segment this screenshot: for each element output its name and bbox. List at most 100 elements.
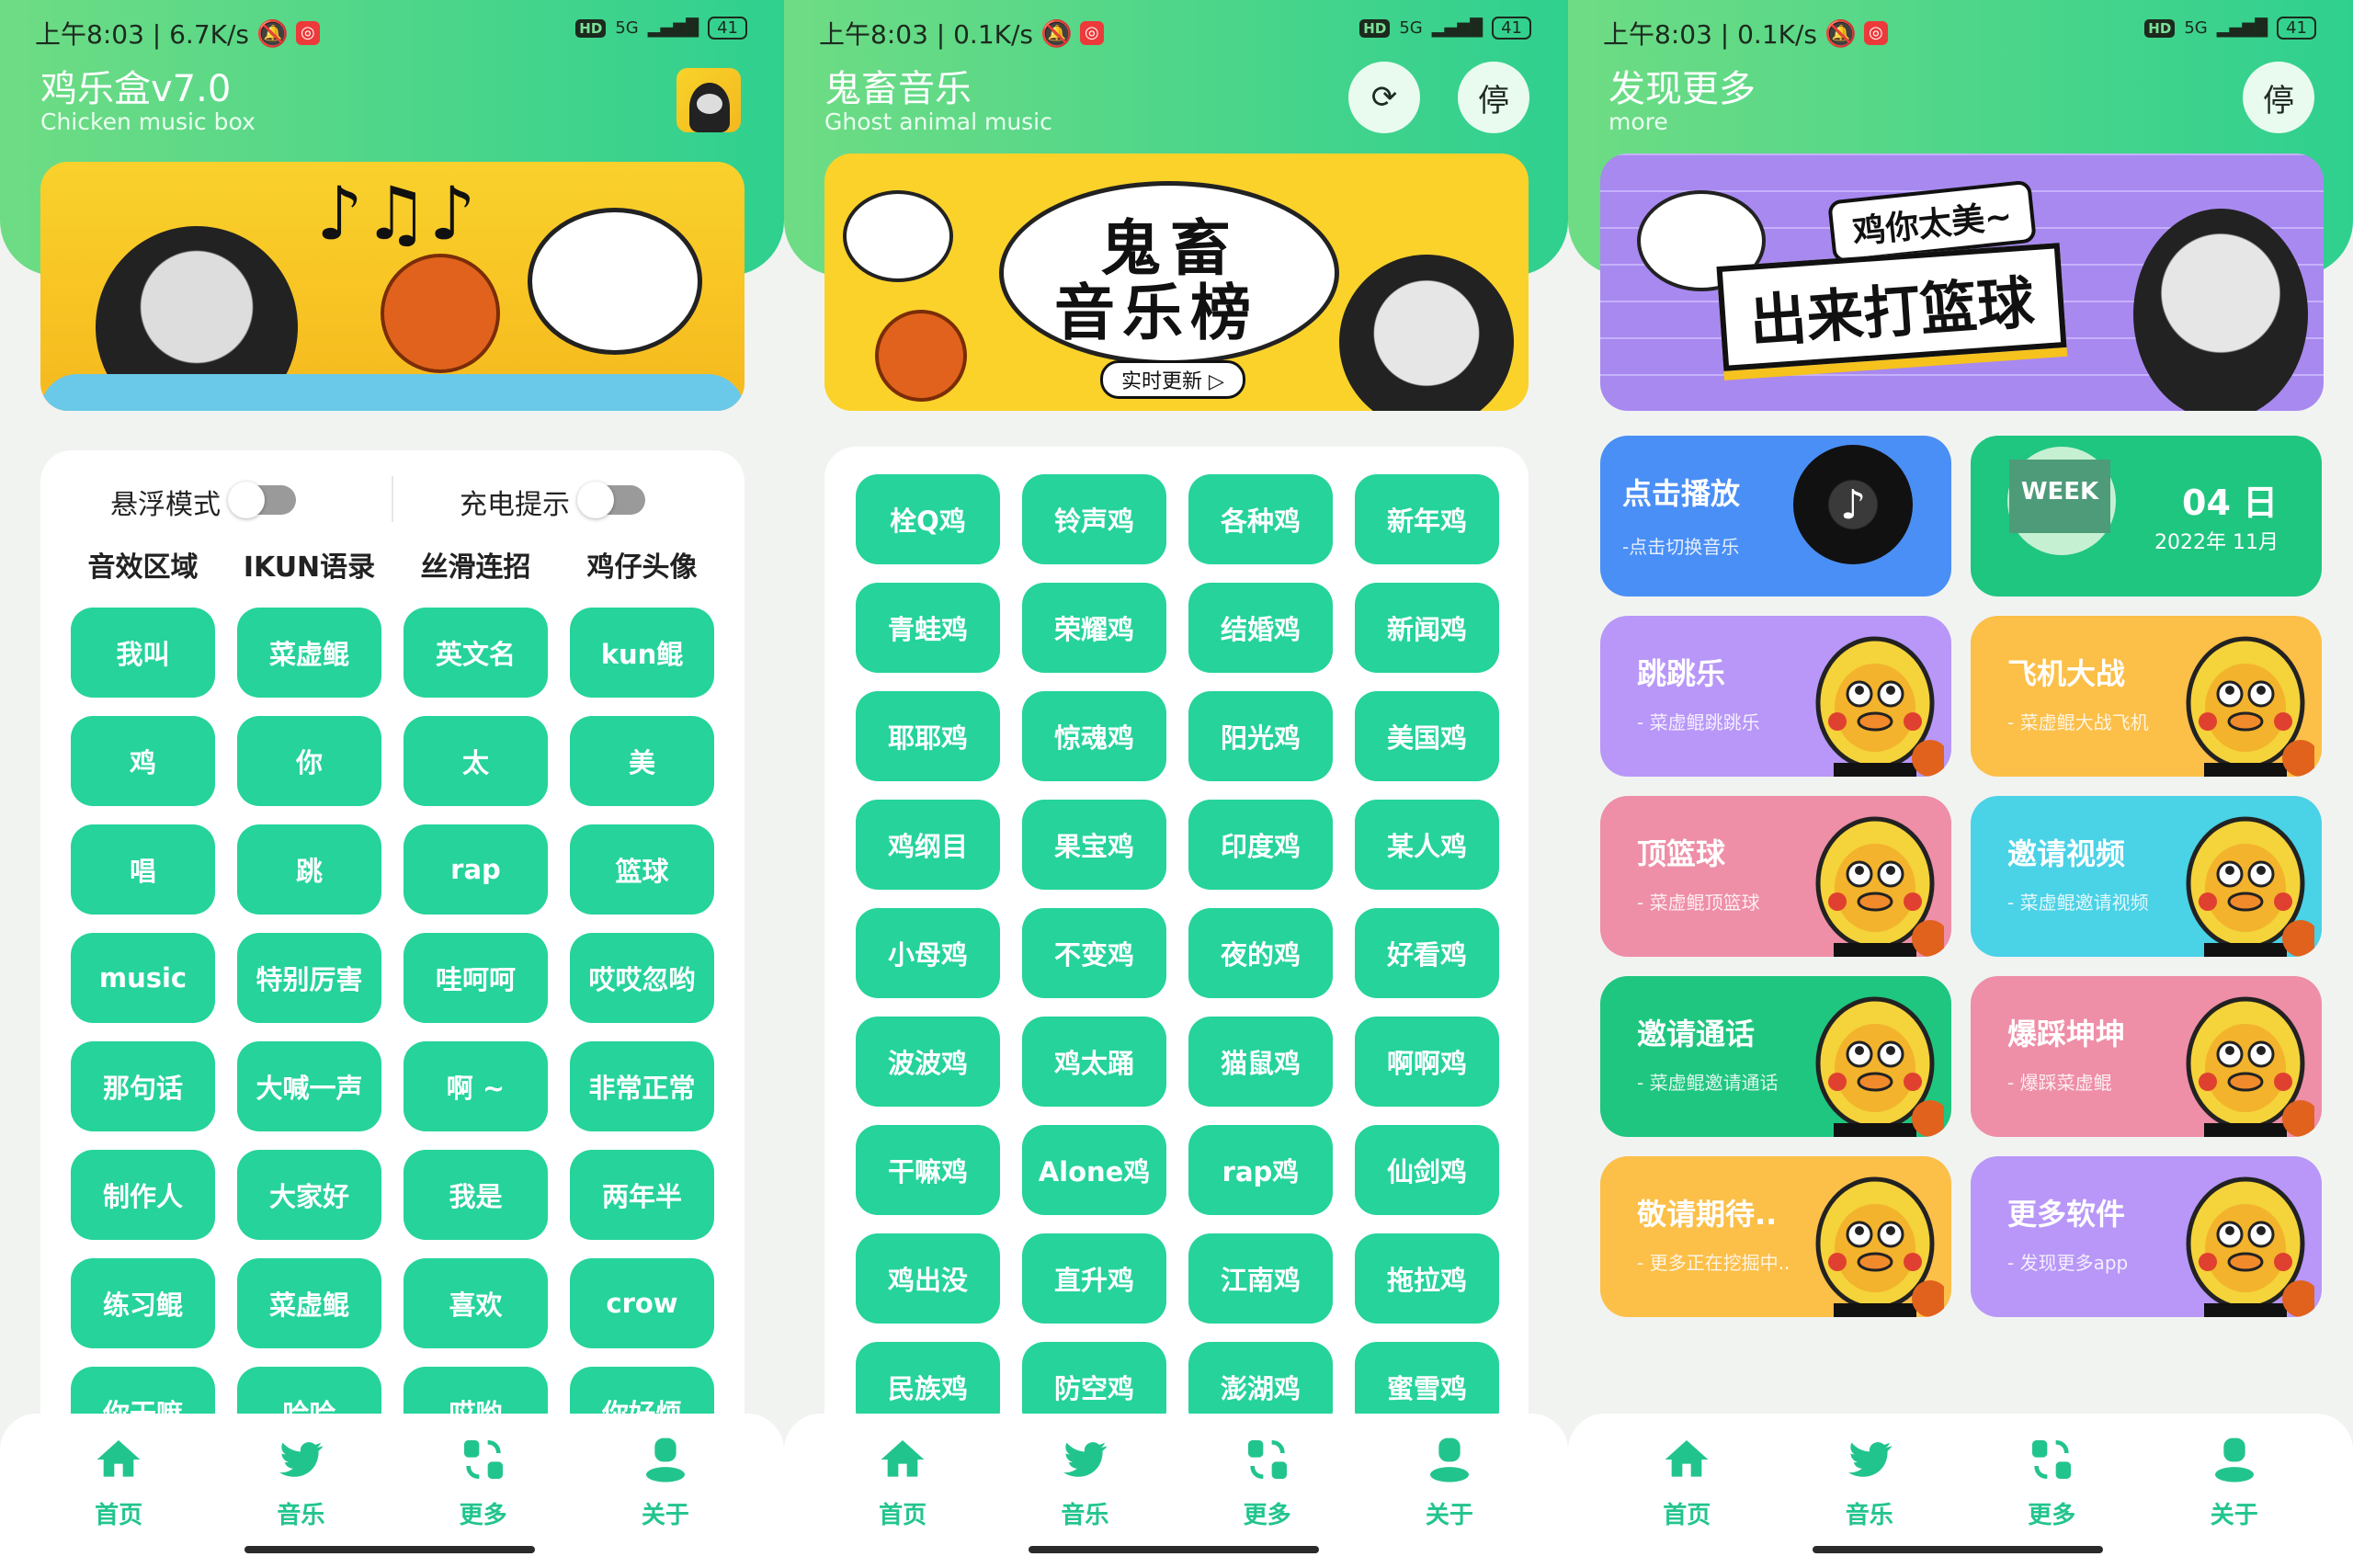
floating-mode-toggle[interactable] xyxy=(228,482,296,518)
nav-item-more[interactable]: 更多 xyxy=(428,1414,539,1539)
music-button[interactable]: 夜的鸡 xyxy=(1188,908,1333,998)
music-button[interactable]: 铃声鸡 xyxy=(1022,474,1166,564)
feature-tile[interactable]: 更多软件 - 发现更多app xyxy=(1971,1156,2322,1317)
sound-button[interactable]: 鸡 xyxy=(71,716,215,806)
refresh-button[interactable]: ⟳ xyxy=(1348,62,1420,133)
music-button[interactable]: 干嘛鸡 xyxy=(856,1125,1000,1215)
sound-button[interactable]: 跳 xyxy=(237,824,381,915)
toggle-knob xyxy=(577,482,614,518)
music-button[interactable]: 结婚鸡 xyxy=(1188,583,1333,673)
sound-button[interactable]: 我是 xyxy=(404,1150,548,1240)
music-button[interactable]: 惊魂鸡 xyxy=(1022,691,1166,781)
category-tab[interactable]: IKUN语录 xyxy=(237,544,381,585)
sound-button[interactable]: 大喊一声 xyxy=(237,1041,381,1131)
music-button[interactable]: 青蛙鸡 xyxy=(856,583,1000,673)
sound-button[interactable]: 喜欢 xyxy=(404,1258,548,1348)
music-button[interactable]: 美国鸡 xyxy=(1355,691,1499,781)
music-button[interactable]: 江南鸡 xyxy=(1188,1233,1333,1324)
play-tile[interactable]: 点击播放 -点击切换音乐 ♪ xyxy=(1600,436,1951,597)
sound-button[interactable]: 美 xyxy=(570,716,714,806)
stop-button[interactable]: 停 xyxy=(2243,62,2314,133)
nav-item-music[interactable]: 音乐 xyxy=(1814,1414,1925,1539)
music-button[interactable]: 栓Q鸡 xyxy=(856,474,1000,564)
home-indicator[interactable] xyxy=(1813,1546,2103,1553)
sound-button[interactable]: 英文名 xyxy=(404,608,548,698)
sound-button[interactable]: 练习鲲 xyxy=(71,1258,215,1348)
music-button[interactable]: 耶耶鸡 xyxy=(856,691,1000,781)
music-button[interactable]: 啊啊鸡 xyxy=(1355,1017,1499,1107)
sound-button[interactable]: 特别厉害 xyxy=(237,933,381,1023)
more-banner[interactable]: 鸡你太美~ 出来打篮球 xyxy=(1600,153,2324,411)
nav-item-about[interactable]: 关于 xyxy=(1394,1414,1505,1539)
music-button[interactable]: 猫鼠鸡 xyxy=(1188,1017,1333,1107)
sound-button[interactable]: 非常正常 xyxy=(570,1041,714,1131)
feature-tile[interactable]: 顶篮球 - 菜虚鲲顶篮球 xyxy=(1600,796,1951,957)
sound-button[interactable]: 两年半 xyxy=(570,1150,714,1240)
sound-button[interactable]: crow xyxy=(570,1258,714,1348)
sound-button[interactable]: 哇呵呵 xyxy=(404,933,548,1023)
sound-button[interactable]: kun鲲 xyxy=(570,608,714,698)
music-button[interactable]: 不变鸡 xyxy=(1022,908,1166,998)
avatar[interactable] xyxy=(676,68,741,132)
feature-tile[interactable]: 跳跳乐 - 菜虚鲲跳跳乐 xyxy=(1600,616,1951,777)
sound-button[interactable]: 菜虚鲲 xyxy=(237,608,381,698)
music-button[interactable]: 直升鸡 xyxy=(1022,1233,1166,1324)
nav-item-home[interactable]: 首页 xyxy=(63,1414,174,1539)
nav-item-about[interactable]: 关于 xyxy=(610,1414,721,1539)
feature-tile[interactable]: 邀请视频 - 菜虚鲲邀请视频 xyxy=(1971,796,2322,957)
music-button[interactable]: 阳光鸡 xyxy=(1188,691,1333,781)
music-button[interactable]: 小母鸡 xyxy=(856,908,1000,998)
nav-item-home[interactable]: 首页 xyxy=(1631,1414,1742,1539)
sound-button[interactable]: 大家好 xyxy=(237,1150,381,1240)
nav-item-home[interactable]: 首页 xyxy=(847,1414,958,1539)
feature-tile[interactable]: 爆踩坤坤 - 爆踩菜虚鲲 xyxy=(1971,976,2322,1137)
home-indicator[interactable] xyxy=(1029,1546,1319,1553)
music-button[interactable]: 拖拉鸡 xyxy=(1355,1233,1499,1324)
music-button[interactable]: 果宝鸡 xyxy=(1022,800,1166,890)
music-banner[interactable]: 鬼畜 音乐榜 实时更新 ▷ xyxy=(824,153,1529,411)
music-button[interactable]: 荣耀鸡 xyxy=(1022,583,1166,673)
music-button[interactable]: 印度鸡 xyxy=(1188,800,1333,890)
nav-item-about[interactable]: 关于 xyxy=(2179,1414,2290,1539)
sound-button[interactable]: music xyxy=(71,933,215,1023)
music-button[interactable]: 各种鸡 xyxy=(1188,474,1333,564)
sound-button[interactable]: 制作人 xyxy=(71,1150,215,1240)
sound-button[interactable]: 你 xyxy=(237,716,381,806)
music-button[interactable]: 某人鸡 xyxy=(1355,800,1499,890)
tile-title: 顶篮球 xyxy=(1637,836,1726,871)
stop-button[interactable]: 停 xyxy=(1458,62,1529,133)
music-button[interactable]: 仙剑鸡 xyxy=(1355,1125,1499,1215)
nav-item-music[interactable]: 音乐 xyxy=(245,1414,356,1539)
feature-tile[interactable]: 敬请期待.. - 更多正在挖掘中.. xyxy=(1600,1156,1951,1317)
sound-button[interactable]: 篮球 xyxy=(570,824,714,915)
sound-button[interactable]: 啊 ~ xyxy=(404,1041,548,1131)
sound-button[interactable]: rap xyxy=(404,824,548,915)
music-button[interactable]: Alone鸡 xyxy=(1022,1125,1166,1215)
home-indicator[interactable] xyxy=(244,1546,535,1553)
nav-item-music[interactable]: 音乐 xyxy=(1029,1414,1140,1539)
category-tab[interactable]: 音效区域 xyxy=(71,544,215,585)
category-tab[interactable]: 丝滑连招 xyxy=(404,544,548,585)
music-button[interactable]: 好看鸡 xyxy=(1355,908,1499,998)
music-button[interactable]: 新闻鸡 xyxy=(1355,583,1499,673)
music-button[interactable]: 鸡太踊 xyxy=(1022,1017,1166,1107)
feature-tile[interactable]: 邀请通话 - 菜虚鲲邀请通话 xyxy=(1600,976,1951,1137)
sound-button[interactable]: 太 xyxy=(404,716,548,806)
category-tab[interactable]: 鸡仔头像 xyxy=(570,544,714,585)
music-button[interactable]: 鸡出没 xyxy=(856,1233,1000,1324)
sound-button[interactable]: 唱 xyxy=(71,824,215,915)
sound-button[interactable]: 菜虚鲲 xyxy=(237,1258,381,1348)
sound-button[interactable]: 那句话 xyxy=(71,1041,215,1131)
feature-tile[interactable]: 飞机大战 - 菜虚鲲大战飞机 xyxy=(1971,616,2322,777)
home-banner[interactable]: ♪♫♪ xyxy=(40,162,745,411)
date-tile: WEEK 04 日 2022年 11月 xyxy=(1971,436,2322,597)
music-button[interactable]: 新年鸡 xyxy=(1355,474,1499,564)
music-button[interactable]: rap鸡 xyxy=(1188,1125,1333,1215)
nav-item-more[interactable]: 更多 xyxy=(1996,1414,2107,1539)
music-button[interactable]: 波波鸡 xyxy=(856,1017,1000,1107)
nav-item-more[interactable]: 更多 xyxy=(1212,1414,1323,1539)
charging-alert-toggle[interactable] xyxy=(577,482,645,518)
sound-button[interactable]: 哎哎忽哟 xyxy=(570,933,714,1023)
sound-button[interactable]: 我叫 xyxy=(71,608,215,698)
music-button[interactable]: 鸡纲目 xyxy=(856,800,1000,890)
